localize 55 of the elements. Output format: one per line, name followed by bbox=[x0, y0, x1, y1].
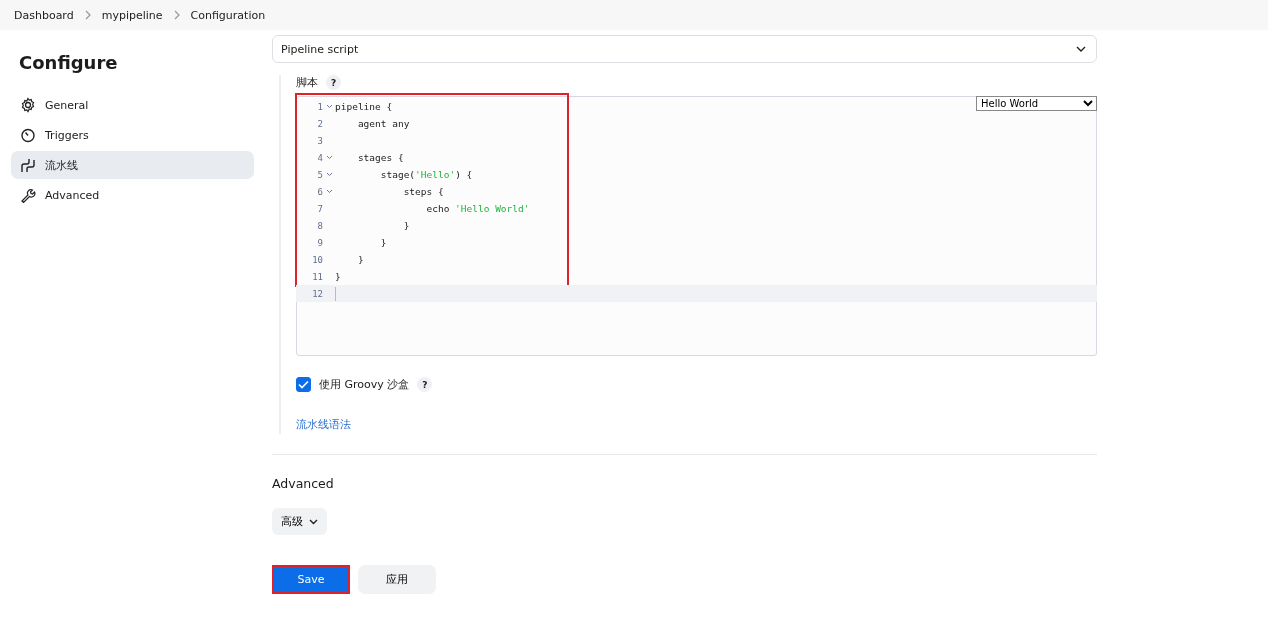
fold-caret-icon[interactable] bbox=[325, 104, 333, 109]
code-line: } bbox=[356, 254, 364, 265]
apply-button[interactable]: 应用 bbox=[358, 565, 436, 594]
code-line: pipeline { bbox=[335, 101, 393, 112]
line-number: 1 bbox=[316, 101, 323, 112]
line-number: 2 bbox=[316, 118, 323, 129]
wrench-icon bbox=[20, 187, 36, 203]
code-line: } bbox=[335, 271, 341, 282]
sidebar-item[interactable]: Advanced bbox=[11, 181, 254, 209]
code-line: } bbox=[379, 237, 387, 248]
code-line: stages { bbox=[356, 152, 404, 163]
chevron-icon bbox=[172, 10, 181, 20]
fold-caret-icon[interactable] bbox=[325, 189, 333, 194]
text-cursor bbox=[335, 286, 336, 301]
breadcrumb-link[interactable]: mypipeline bbox=[101, 8, 163, 22]
code-line: steps { bbox=[402, 186, 444, 197]
checkbox[interactable] bbox=[296, 377, 311, 392]
pipeline-icon bbox=[20, 157, 36, 173]
line-number: 7 bbox=[316, 203, 323, 214]
help-button[interactable]: ? bbox=[326, 75, 341, 90]
code-line: stage('Hello') { bbox=[379, 169, 473, 180]
code-line: echo 'Hello World' bbox=[425, 203, 530, 214]
gear-icon bbox=[20, 97, 36, 113]
definition-select[interactable]: Pipeline script bbox=[272, 35, 1097, 63]
sidebar-item[interactable]: General bbox=[11, 91, 254, 119]
timer-icon bbox=[20, 127, 36, 143]
line-number: 4 bbox=[316, 152, 323, 163]
sidebar-item[interactable]: Triggers bbox=[11, 121, 254, 149]
line-number: 8 bbox=[316, 220, 323, 231]
fold-caret-icon[interactable] bbox=[325, 172, 333, 177]
save-button[interactable]: Save bbox=[272, 565, 350, 594]
advanced-button[interactable]: 高级 bbox=[272, 508, 327, 535]
line-number: 6 bbox=[316, 186, 323, 197]
sidebar-item[interactable]: 流水线 bbox=[11, 151, 254, 179]
fold-caret-icon[interactable] bbox=[325, 155, 333, 160]
breadcrumb-link[interactable]: Dashboard bbox=[14, 8, 74, 22]
code-line: } bbox=[402, 220, 410, 231]
caret-icon bbox=[1076, 45, 1086, 53]
syntax-link[interactable]: 流水线语法 bbox=[296, 417, 351, 432]
line-number: 10 bbox=[311, 254, 323, 265]
line-number: 9 bbox=[316, 237, 323, 248]
line-number: 3 bbox=[316, 135, 323, 146]
code-line: agent any bbox=[356, 118, 410, 129]
caret-icon bbox=[309, 518, 318, 525]
line-number: 11 bbox=[311, 271, 323, 282]
page-title: Configure bbox=[19, 52, 119, 73]
help-button[interactable]: ? bbox=[417, 377, 433, 392]
line-number: 12 bbox=[311, 288, 323, 299]
chevron-icon bbox=[83, 10, 92, 20]
section-heading: Advanced bbox=[272, 476, 335, 491]
field-label: 脚本 bbox=[296, 75, 318, 90]
checkbox-label: 使用 Groovy 沙盒 bbox=[319, 377, 410, 392]
line-number: 5 bbox=[316, 169, 323, 180]
sample-select[interactable]: Hello World bbox=[976, 96, 1097, 111]
breadcrumb-link[interactable]: Configuration bbox=[190, 8, 266, 22]
